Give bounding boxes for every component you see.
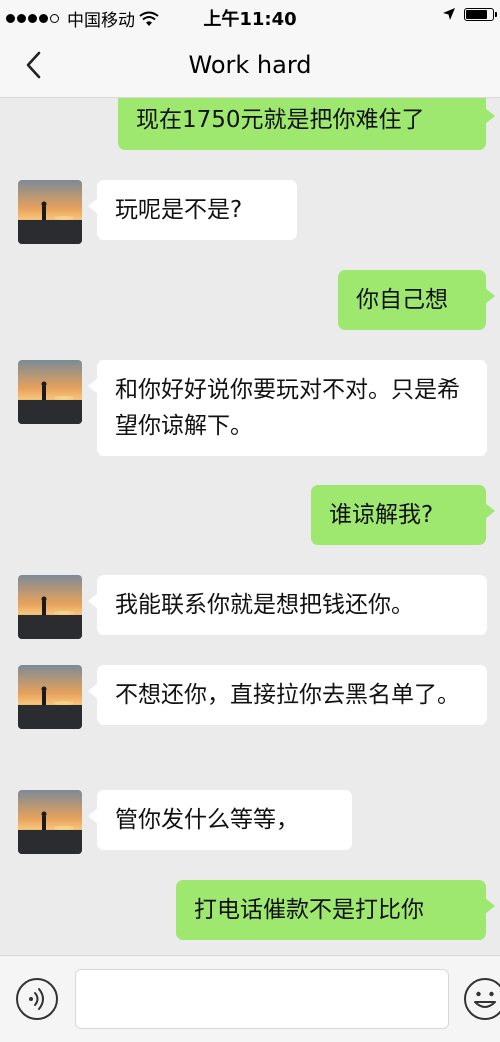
avatar[interactable] <box>18 790 82 854</box>
avatar[interactable] <box>18 665 82 729</box>
message-bubble-incoming[interactable]: 管你发什么等等， <box>88 790 352 850</box>
status-right <box>442 7 497 21</box>
message-text: 谁谅解我? <box>329 502 434 528</box>
avatar[interactable] <box>18 575 82 639</box>
contact-avatar-image <box>18 665 82 729</box>
message-bubble-outgoing[interactable]: 打电话催款不是打比你 <box>176 880 495 940</box>
battery-icon <box>464 7 497 21</box>
contact-avatar-image <box>18 790 82 854</box>
message-bubble-incoming[interactable]: 不想还你，直接拉你去黑名单了。 <box>88 665 487 725</box>
message-text: 打电话催款不是打比你 <box>194 897 424 923</box>
message-text: 不想还你，直接拉你去黑名单了。 <box>115 682 460 708</box>
message-bubble-incoming[interactable]: 我能联系你就是想把钱还你。 <box>88 575 487 635</box>
contact-avatar-image <box>18 180 82 244</box>
voice-input-icon[interactable] <box>15 977 59 1021</box>
message-bubble-outgoing[interactable]: 现在1750元就是把你难住了 <box>118 98 495 150</box>
chat-header: Work hard <box>0 32 500 98</box>
emoji-icon[interactable] <box>463 977 500 1021</box>
contact-avatar-image <box>18 360 82 424</box>
message-text: 玩呢是不是? <box>115 197 243 223</box>
input-bar <box>0 955 500 1042</box>
contact-avatar-image <box>18 575 82 639</box>
message-text: 现在1750元就是把你难住了 <box>136 107 425 133</box>
message-text: 你自己想 <box>356 287 448 313</box>
location-arrow-icon <box>443 8 455 20</box>
message-bubble-incoming[interactable]: 和你好好说你要玩对不对。只是希望你谅解下。 <box>88 360 487 456</box>
chat-messages[interactable]: 现在1750元就是把你难住了 玩呢是不是? 你自己想 和你好好说你要玩对不对。只… <box>0 98 500 955</box>
message-text: 我能联系你就是想把钱还你。 <box>115 592 414 618</box>
message-bubble-outgoing[interactable]: 你自己想 <box>338 270 495 330</box>
status-bar: 中国移动 上午11:40 <box>0 0 500 32</box>
avatar[interactable] <box>18 360 82 424</box>
avatar[interactable] <box>18 180 82 244</box>
message-bubble-outgoing[interactable]: 谁谅解我? <box>311 485 495 545</box>
message-input[interactable] <box>75 969 449 1029</box>
message-bubble-incoming[interactable]: 玩呢是不是? <box>88 180 297 240</box>
message-text: 管你发什么等等， <box>115 807 299 833</box>
message-text: 和你好好说你要玩对不对。只是希望你谅解下。 <box>115 377 460 439</box>
chat-title: Work hard <box>188 51 312 79</box>
status-time: 上午11:40 <box>203 9 297 30</box>
